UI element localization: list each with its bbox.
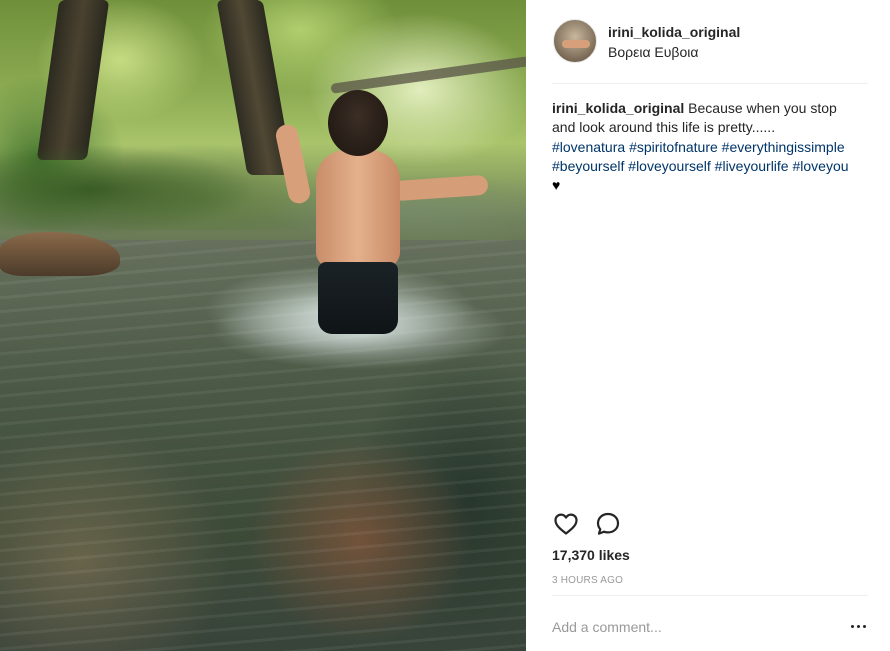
post-header: irini_kolida_original Βορεια Ευβοια bbox=[526, 0, 890, 84]
header-divider bbox=[552, 83, 868, 84]
hashtag-link[interactable]: #spiritofnature bbox=[629, 139, 718, 155]
post-photo[interactable] bbox=[0, 0, 526, 651]
hashtag-link[interactable]: #beyourself bbox=[552, 158, 624, 174]
more-dot bbox=[862, 624, 866, 628]
post-caption: irini_kolida_original Because when you s… bbox=[552, 99, 852, 195]
more-options-icon[interactable] bbox=[848, 616, 868, 636]
likes-count[interactable]: 17,370 likes bbox=[552, 547, 630, 563]
heart-outline-icon[interactable] bbox=[552, 510, 580, 538]
hashtag-link[interactable]: #liveyourlife bbox=[715, 158, 789, 174]
header-username[interactable]: irini_kolida_original bbox=[608, 24, 740, 40]
speech-bubble-icon[interactable] bbox=[594, 510, 622, 538]
post-actions bbox=[552, 510, 868, 538]
comment-input[interactable] bbox=[552, 612, 822, 642]
caption-username[interactable]: irini_kolida_original bbox=[552, 100, 684, 116]
photo-child-shorts bbox=[318, 262, 398, 334]
hashtag-link[interactable]: #loveyourself bbox=[628, 158, 711, 174]
photo-child-head bbox=[328, 90, 388, 156]
photo-child-body bbox=[316, 150, 400, 268]
hashtag-link[interactable]: #everythingissimple bbox=[722, 139, 845, 155]
header-location[interactable]: Βορεια Ευβοια bbox=[608, 44, 698, 60]
post-details-panel: irini_kolida_original Βορεια Ευβοια irin… bbox=[526, 0, 890, 651]
more-dot bbox=[856, 624, 860, 628]
comment-divider bbox=[552, 595, 868, 596]
hashtag-link[interactable]: #lovenatura bbox=[552, 139, 625, 155]
post-timestamp[interactable]: 3 HOURS AGO bbox=[552, 575, 623, 586]
hashtag-link[interactable]: #loveyou bbox=[793, 158, 849, 174]
avatar[interactable] bbox=[553, 19, 597, 63]
heart-emoji: ♥ bbox=[552, 177, 561, 194]
more-dot bbox=[850, 624, 854, 628]
